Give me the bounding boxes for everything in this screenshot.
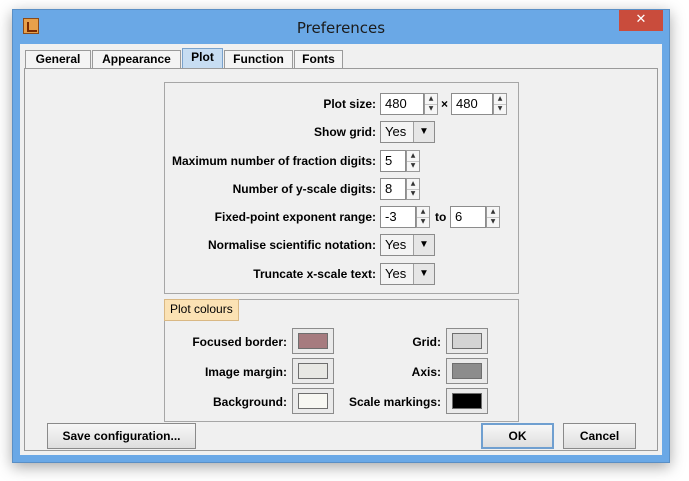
- normalise-value: Yes: [385, 237, 407, 252]
- exponent-to-label: to: [435, 210, 447, 224]
- fraction-digits-label: Maximum number of fraction digits:: [171, 154, 376, 168]
- axis-color-button[interactable]: [446, 358, 488, 384]
- tab-general[interactable]: General: [25, 50, 91, 68]
- chevron-down-icon[interactable]: ▼: [413, 264, 434, 284]
- scale-markings-swatch: [452, 393, 482, 409]
- exponent-to-spinner[interactable]: ▲ ▼: [486, 206, 500, 228]
- spin-down-icon[interactable]: ▼: [425, 104, 437, 114]
- plot-width-spinner[interactable]: ▲ ▼: [424, 93, 438, 115]
- plot-settings-panel: Plot size: 480 ▲ ▼ × 480 ▲ ▼ Show grid: Ye…: [164, 82, 519, 294]
- image-margin-swatch: [298, 363, 328, 379]
- background-swatch: [298, 393, 328, 409]
- axis-swatch: [452, 363, 482, 379]
- plot-colours-title: Plot colours: [164, 299, 239, 321]
- tab-fonts[interactable]: Fonts: [294, 50, 343, 68]
- tab-plot[interactable]: Plot: [182, 48, 223, 70]
- exponent-from-spinner[interactable]: ▲ ▼: [416, 206, 430, 228]
- grid-colour-label: Grid:: [412, 335, 441, 349]
- exponent-from-field[interactable]: -3: [380, 206, 416, 228]
- plot-size-separator: ×: [441, 97, 449, 111]
- plot-width-field[interactable]: 480: [380, 93, 424, 115]
- spin-down-icon[interactable]: ▼: [417, 217, 429, 227]
- plot-size-label: Plot size:: [323, 97, 376, 111]
- grid-color-button[interactable]: [446, 328, 488, 354]
- scale-markings-label: Scale markings:: [348, 395, 441, 409]
- dialog-content: General Appearance Plot Function Fonts P…: [20, 44, 662, 455]
- cancel-button[interactable]: Cancel: [563, 423, 636, 449]
- image-margin-color-button[interactable]: [292, 358, 334, 384]
- ok-button[interactable]: OK: [481, 423, 554, 449]
- save-configuration-button[interactable]: Save configuration...: [47, 423, 196, 449]
- spin-down-icon[interactable]: ▼: [407, 189, 419, 199]
- plot-height-field[interactable]: 480: [451, 93, 493, 115]
- exponent-to-field[interactable]: 6: [450, 206, 486, 228]
- plot-height-spinner[interactable]: ▲ ▼: [493, 93, 507, 115]
- truncate-label: Truncate x-scale text:: [253, 267, 376, 281]
- preferences-window: Preferences ✕ General Appearance Plot Fu…: [12, 9, 670, 463]
- title-bar[interactable]: Preferences ✕: [13, 10, 669, 44]
- background-label: Background:: [212, 395, 287, 409]
- show-grid-combo[interactable]: Yes ▼: [380, 121, 435, 143]
- chevron-down-icon[interactable]: ▼: [413, 235, 434, 255]
- tab-function[interactable]: Function: [224, 50, 293, 68]
- tab-appearance[interactable]: Appearance: [92, 50, 181, 68]
- plot-tab-panel: Plot size: 480 ▲ ▼ × 480 ▲ ▼ Show grid: Ye…: [24, 68, 658, 451]
- spin-down-icon[interactable]: ▼: [487, 217, 499, 227]
- chevron-down-icon[interactable]: ▼: [413, 122, 434, 142]
- normalise-label: Normalise scientific notation:: [207, 238, 376, 252]
- grid-swatch: [452, 333, 482, 349]
- y-scale-digits-field[interactable]: 8: [380, 178, 406, 200]
- normalise-combo[interactable]: Yes ▼: [380, 234, 435, 256]
- truncate-combo[interactable]: Yes ▼: [380, 263, 435, 285]
- show-grid-value: Yes: [385, 124, 407, 139]
- scale-markings-color-button[interactable]: [446, 388, 488, 414]
- image-margin-label: Image margin:: [204, 365, 287, 379]
- spin-down-icon[interactable]: ▼: [494, 104, 506, 114]
- axis-colour-label: Axis:: [411, 365, 441, 379]
- focused-border-label: Focused border:: [192, 335, 287, 349]
- fraction-digits-spinner[interactable]: ▲ ▼: [406, 150, 420, 172]
- exponent-range-label: Fixed-point exponent range:: [214, 210, 376, 224]
- show-grid-label: Show grid:: [314, 125, 376, 139]
- close-icon: ✕: [635, 12, 647, 27]
- spin-down-icon[interactable]: ▼: [407, 161, 419, 171]
- close-button[interactable]: ✕: [619, 10, 663, 31]
- window-title: Preferences: [296, 19, 386, 37]
- focused-border-swatch: [298, 333, 328, 349]
- truncate-value: Yes: [385, 266, 407, 281]
- y-scale-digits-spinner[interactable]: ▲ ▼: [406, 178, 420, 200]
- plot-colours-panel: Plot colours Focused border: Image margi…: [164, 299, 519, 422]
- background-color-button[interactable]: [292, 388, 334, 414]
- fraction-digits-field[interactable]: 5: [380, 150, 406, 172]
- y-scale-digits-label: Number of y-scale digits:: [232, 182, 376, 196]
- focused-border-color-button[interactable]: [292, 328, 334, 354]
